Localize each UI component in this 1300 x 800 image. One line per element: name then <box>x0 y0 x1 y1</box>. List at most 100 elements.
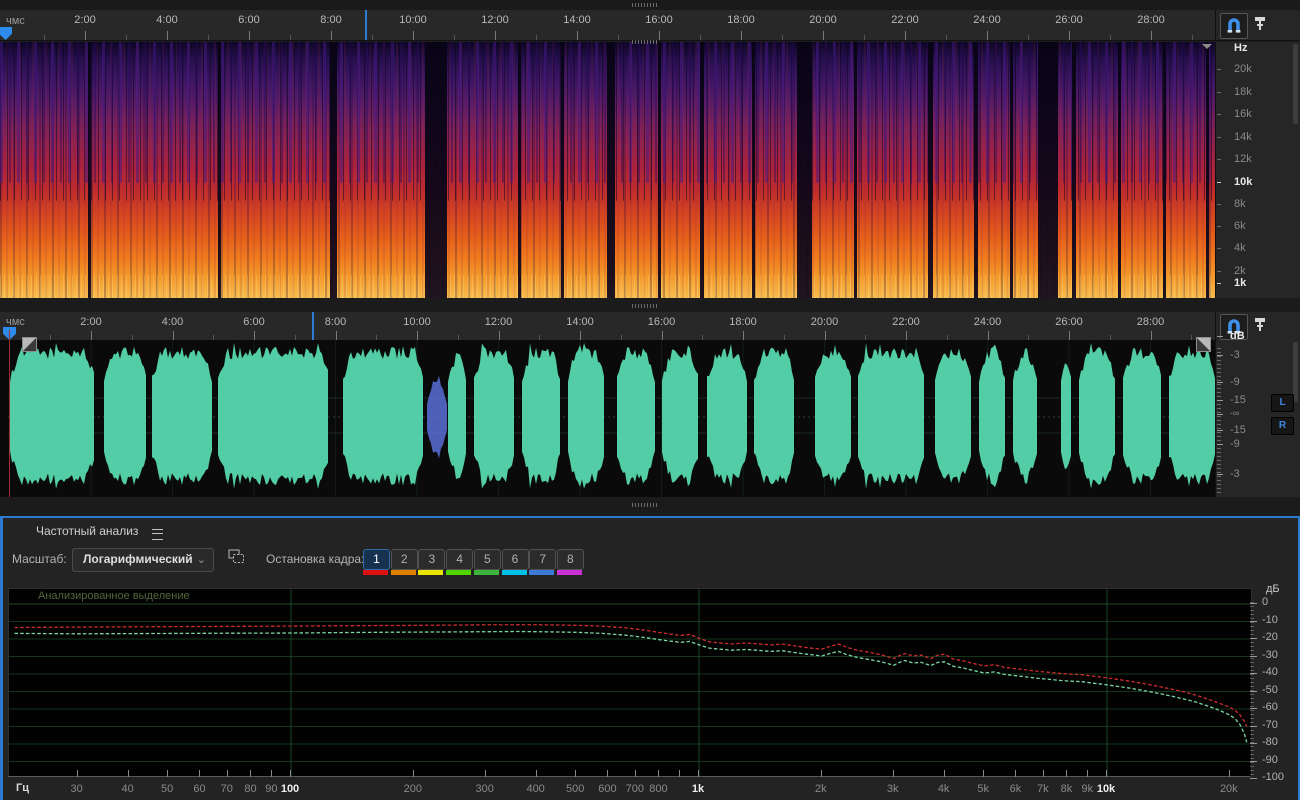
hold-button-3[interactable]: 3 <box>418 549 446 570</box>
amplitude-scale-label: -15 <box>1230 424 1246 436</box>
x-axis-label: 2k <box>815 783 827 795</box>
waveform-display[interactable] <box>0 340 1215 497</box>
freq-scale-label: 16k <box>1234 108 1252 120</box>
freq-scale-tick <box>1217 204 1221 205</box>
freq-scale-tick <box>1217 182 1221 183</box>
time-label: 28:00 <box>1137 14 1165 26</box>
y-axis-major-tick <box>1250 638 1257 639</box>
playhead-triangle[interactable] <box>0 27 12 40</box>
current-time-indicator[interactable] <box>9 330 10 497</box>
panel-grip-handle[interactable] <box>632 304 658 308</box>
x-axis-tick <box>271 770 273 777</box>
freq-scale-tick <box>1217 283 1221 284</box>
ruler-tick <box>1069 31 1070 40</box>
y-axis-label: -80 <box>1262 736 1278 748</box>
ruler-corner-spectrogram <box>1215 10 1300 41</box>
hold-button-8[interactable]: 8 <box>556 549 584 570</box>
hold-button-6[interactable]: 6 <box>501 549 529 570</box>
y-axis-major-tick <box>1250 690 1257 692</box>
ruler-tick <box>1069 331 1070 340</box>
x-axis-label: 20k <box>1219 783 1238 795</box>
spectrogram-silence-gap <box>1038 42 1058 298</box>
panel-grip-handle[interactable] <box>632 503 658 507</box>
x-axis-label: 600 <box>598 783 617 795</box>
ruler-tick <box>91 331 92 340</box>
freq-scale-tick <box>1217 69 1221 70</box>
hold-button-2[interactable]: 2 <box>390 549 418 570</box>
fade-in-handle[interactable] <box>22 337 37 352</box>
x-axis-label: 40 <box>121 783 134 795</box>
y-axis-label: -20 <box>1262 631 1278 643</box>
panel-grip-handle[interactable] <box>632 40 658 44</box>
timeline-ruler-spectrogram[interactable]: чмс 2:00 4:00 6:00 8:00 10:00 12:00 14:00 16:00… <box>0 10 1215 41</box>
ruler-tick <box>946 35 947 40</box>
ruler-tick <box>417 331 418 340</box>
timeline-marker[interactable] <box>312 312 314 340</box>
timeline-ruler-waveform[interactable]: чмс 2:00 4:00 6:00 8:00 10:00 12:00 14:00 16:00… <box>0 312 1215 341</box>
time-label: 20:00 <box>810 316 839 328</box>
vertical-scrollbar[interactable] <box>1293 342 1298 402</box>
spectrogram-silence-gap <box>561 42 564 298</box>
ruler-tick <box>906 331 907 340</box>
time-label: 10:00 <box>403 316 431 328</box>
fade-out-handle[interactable] <box>1196 337 1211 352</box>
pin-marker-button[interactable] <box>1252 315 1268 337</box>
amplitude-scale-tick <box>1217 414 1223 415</box>
time-label: 16:00 <box>645 14 673 26</box>
x-axis-label: 4k <box>937 783 950 795</box>
amplitude-scale-label: -15 <box>1230 394 1246 406</box>
x-axis-label: 300 <box>475 783 494 795</box>
y-axis-unit: дБ <box>1266 583 1280 595</box>
x-axis-tick <box>1066 770 1068 777</box>
y-axis-major-tick <box>1250 778 1257 779</box>
spectrogram-silence-gap <box>928 42 933 298</box>
hold-button-4[interactable]: 4 <box>446 549 474 570</box>
amplitude-scale-label: -9 <box>1230 376 1240 388</box>
x-axis-tick <box>698 770 699 777</box>
spectrogram-display[interactable] <box>0 42 1215 298</box>
ruler-tick <box>782 35 783 40</box>
freq-scale-tick <box>1217 92 1221 93</box>
frequency-ruler[interactable]: Hz 20k 18k 16k 14k 12k 10k 8k 6k 4k 2k 1k <box>1215 42 1300 298</box>
vertical-scrollbar[interactable] <box>1293 44 1298 124</box>
pin-marker-button[interactable] <box>1252 14 1268 36</box>
snap-toggle-button[interactable] <box>1220 13 1248 39</box>
spectrogram-silence-gap <box>330 42 337 298</box>
channel-left-button[interactable]: L <box>1271 394 1294 412</box>
freq-scale-tick <box>1217 226 1221 227</box>
amplitude-tick-comb <box>1217 348 1221 493</box>
y-axis-label: -60 <box>1262 701 1278 713</box>
x-axis-label: 50 <box>161 783 174 795</box>
time-label: 6:00 <box>238 14 260 26</box>
x-axis-tick <box>484 770 486 777</box>
freq-scale-dropdown-arrow[interactable] <box>1202 44 1212 49</box>
x-axis-tick <box>575 770 577 777</box>
x-axis-label: 10k <box>1096 783 1116 795</box>
panel-grip-handle[interactable] <box>632 3 658 7</box>
hold-button-5[interactable]: 5 <box>473 549 501 570</box>
x-axis-tick <box>290 770 291 777</box>
timeline-marker[interactable] <box>365 10 367 40</box>
freq-scale-tick <box>1217 248 1221 249</box>
ruler-tick <box>126 35 127 40</box>
x-axis-label: 70 <box>220 783 233 795</box>
x-axis-label: 1k <box>691 783 705 795</box>
time-label: 28:00 <box>1136 316 1165 328</box>
x-axis-tick <box>1015 770 1017 777</box>
freq-scale-tick <box>1217 271 1221 272</box>
x-axis-tick <box>983 770 985 777</box>
amplitude-scale-label: -∞ <box>1230 408 1240 418</box>
ruler-tick <box>454 35 455 40</box>
hold-button-7[interactable]: 7 <box>529 549 557 570</box>
freq-scale-label: Hz <box>1234 42 1248 54</box>
channel-right-button[interactable]: R <box>1271 417 1294 435</box>
y-axis-label: -50 <box>1262 683 1278 696</box>
x-axis-label: 5k <box>977 783 989 795</box>
x-axis-tick <box>892 770 894 777</box>
time-label: 22:00 <box>892 316 920 328</box>
spectrogram-silence-gap <box>518 42 521 298</box>
ruler-tick <box>290 35 291 40</box>
ruler-tick <box>661 331 663 340</box>
spectrogram-silence-gap <box>974 42 978 298</box>
hold-button-1[interactable]: 1 <box>363 549 390 570</box>
